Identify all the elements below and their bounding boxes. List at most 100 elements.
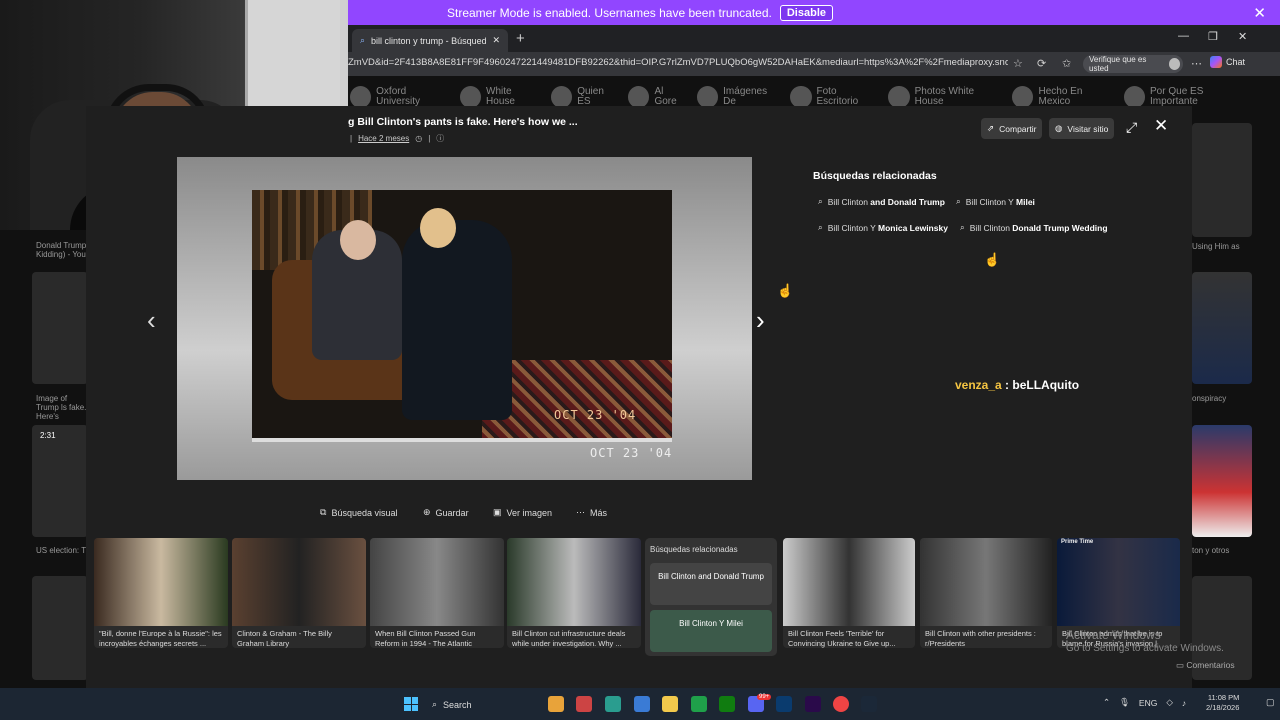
file-explorer-icon[interactable] [662,696,678,712]
visual-search-button[interactable]: ⧉ Búsqueda visual [320,507,397,518]
close-icon[interactable]: ✕ [1253,4,1266,22]
restore-icon[interactable]: ❐ [1208,30,1218,43]
thumbnail-caption: "Bill, donne l'Europe à la Russie": les … [99,629,222,648]
related-searches-heading: Búsquedas relacionadas [813,170,937,182]
verify-label: Verifique que es usted [1089,55,1147,73]
browser-tab[interactable]: ⌕ bill clinton y trump - Búsqueda Im... … [352,29,508,52]
bg-thumbnail[interactable] [1192,272,1252,384]
taskbar-clock[interactable]: 11:08 PM 2/18/2026 [1206,693,1239,713]
minimize-icon[interactable]: — [1178,30,1189,42]
thumbnail-card[interactable]: "Bill, donne l'Europe à la Russie": les … [94,538,228,648]
volume-icon[interactable]: ♪ [1182,698,1186,708]
chat-label: Chat [1226,57,1246,67]
bg-thumbnail[interactable] [32,576,88,680]
copilot-chat-button[interactable]: Chat [1210,56,1245,68]
thumbnail-image [370,538,504,626]
chevron-left-icon[interactable]: ‹ [147,305,156,336]
related-card-item[interactable]: Bill Clinton Y Milei [650,610,772,652]
windows-start-icon[interactable] [404,697,418,711]
feedback-button[interactable]: ▭ Comentarios [1176,660,1235,671]
bg-thumbnail[interactable] [1192,425,1252,537]
related-search-item[interactable]: ⌕ Bill Clinton Donald Trump Wedding [960,222,1108,233]
close-panel-icon[interactable]: ✕ [1154,116,1168,136]
thumbnail-card[interactable]: When Bill Clinton Passed Gun Reform in 1… [370,538,504,648]
more-icon: ⋯ [576,507,585,517]
favorite-star-icon[interactable]: ☆ [1013,57,1023,70]
bg-video-thumbnail[interactable] [32,425,88,537]
bg-thumbnail[interactable] [32,272,88,384]
share-button[interactable]: ⇗ Compartir [981,118,1043,139]
close-tab-icon[interactable]: ✕ [492,35,500,46]
thumbnail-image [232,538,366,626]
disable-button[interactable]: Disable [779,4,833,21]
feedback-icon: ▭ [1176,660,1185,670]
save-icon: ⊕ [423,507,431,517]
taskbar-app-icon[interactable] [634,696,650,712]
refresh-icon[interactable]: ⟳ [1037,57,1046,70]
bg-caption: US election: T [36,546,87,555]
photoshop-icon[interactable] [776,696,792,712]
thumbnail-card[interactable]: Bill Clinton cut infrastructure deals wh… [507,538,641,648]
related-card-heading: Búsquedas relacionadas [650,545,738,554]
chat-username: venza_a [955,378,1002,392]
profile-verify-button[interactable]: Verifique que es usted [1083,55,1183,73]
chrome-icon[interactable] [833,696,849,712]
chevron-up-icon[interactable]: ⌃ [1103,697,1110,708]
visual-search-icon: ⧉ [320,507,327,517]
steam-icon[interactable] [861,696,877,712]
info-icon[interactable]: ⓘ [436,133,444,144]
microphone-icon[interactable]: 🎙 [1119,697,1130,708]
system-tray: ⌃ 🎙 ENG ◇ ♪ [1103,697,1186,708]
premiere-icon[interactable] [805,696,821,712]
taskbar-search[interactable]: ⌕ Search [432,696,532,713]
image-icon: ▣ [493,507,502,517]
save-button[interactable]: ⊕ Guardar [423,507,469,518]
bg-thumbnail[interactable] [1192,123,1252,237]
new-tab-icon[interactable]: + [516,30,525,47]
view-image-button[interactable]: ▣ Ver imagen [493,507,552,518]
notification-icon[interactable]: ▢ [1266,697,1275,708]
thumbnail-caption: Bill Clinton cut infrastructure deals wh… [512,629,626,648]
related-card-item[interactable]: Bill Clinton and Donald Trump [650,563,772,605]
taskbar-app-icon[interactable] [576,696,592,712]
search-icon: ⌕ [960,222,965,232]
activate-windows-watermark: Activate Windows Go to Settings to activ… [1066,628,1224,654]
more-button[interactable]: ⋯ Más [576,507,607,518]
taskbar-app-icon[interactable] [691,696,707,712]
hand-cursor-icon: ☝ [984,252,1001,267]
meta-time[interactable]: Hace 2 meses [358,134,409,143]
image-title[interactable]: g Bill Clinton's pants is fake. Here's h… [348,116,578,128]
taskbar-app-icon[interactable] [548,696,564,712]
globe-icon: ◍ [1055,123,1063,133]
search-icon: ⌕ [432,699,438,709]
avatar [1168,58,1180,70]
related-search-item[interactable]: ⌕ Bill Clinton Y Monica Lewinsky [818,222,948,233]
chevron-right-icon[interactable]: › [756,305,765,336]
image-meta: | Hace 2 meses ◷ | ⓘ [350,133,445,144]
thumbnail-image [783,538,915,626]
visit-site-button[interactable]: ◍ Visitar sitio [1049,118,1115,139]
expand-icon[interactable]: ⤢ [1126,119,1137,136]
network-icon[interactable]: ◇ [1166,697,1173,708]
address-bar[interactable]: ZmVD&id=2F413B8A8E81FF9F4960247221449481… [348,57,1008,68]
standing-man-head [420,208,456,248]
bg-caption: onspiracy [1192,394,1227,403]
edge-icon[interactable] [605,696,621,712]
thumbnail-label: Prime Time [1061,539,1094,545]
thumbnail-card[interactable]: Bill Clinton with other presidents : r/P… [920,538,1052,648]
tab-title: bill clinton y trump - Búsqueda Im... [371,35,487,46]
thumbnail-card[interactable]: Bill Clinton Feels 'Terrible' for Convin… [783,538,915,648]
related-search-item[interactable]: ⌕ Bill Clinton Y Milei [956,196,1035,207]
language-indicator[interactable]: ENG [1139,698,1157,708]
window-close-icon[interactable]: ✕ [1238,30,1247,43]
favorites-icon[interactable]: ✩ [1062,57,1071,70]
main-image[interactable]: OCT 23 '04 [252,190,672,442]
search-icon: ⌕ [818,222,823,232]
thumbnail-image [920,538,1052,626]
hand-cursor-icon: ☝ [777,283,794,298]
xbox-icon[interactable] [719,696,735,712]
history-icon: ◷ [415,134,423,143]
related-search-item[interactable]: ⌕ Bill Clinton and Donald Trump [818,196,945,207]
thumbnail-card[interactable]: Clinton & Graham - The Billy Graham Libr… [232,538,366,648]
more-menu-icon[interactable]: ⋯ [1191,57,1202,70]
